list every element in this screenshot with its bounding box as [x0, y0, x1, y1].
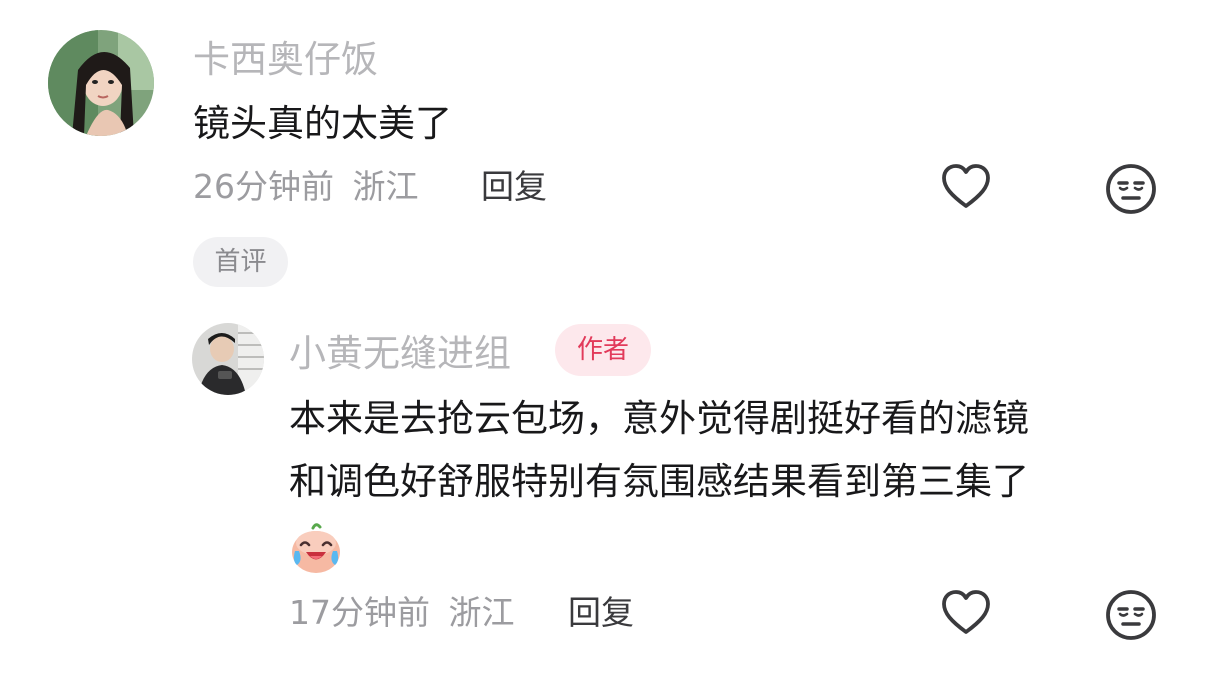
laugh-cry-emoji: [289, 521, 343, 575]
reply-text-line-1: 本来是去抢云包场，意外觉得剧挺好看的滤镜: [289, 397, 1029, 440]
avatar-image: [48, 30, 154, 136]
reply-text-line-2: 和调色好舒服特别有氛围感结果看到第三集了: [289, 460, 1029, 503]
avatar-image: [192, 323, 264, 395]
first-comment-tag: 首评: [193, 237, 288, 287]
comment-thread: 卡西奥仔饭 镜头真的太美了 26分钟前 浙江 回复 首评 小黄无缝进组 作者 本…: [0, 0, 1206, 673]
unamused-face-icon[interactable]: [1104, 588, 1158, 642]
reply-avatar[interactable]: [192, 323, 264, 395]
comment-username[interactable]: 卡西奥仔饭: [193, 41, 378, 78]
comment-reply-button[interactable]: 回复: [481, 170, 547, 203]
reply-time: 17分钟前: [289, 593, 430, 632]
reply-meta: 17分钟前 浙江: [289, 596, 515, 629]
reply-username[interactable]: 小黄无缝进组: [289, 335, 511, 372]
unamused-face-icon[interactable]: [1104, 162, 1158, 216]
avatar[interactable]: [48, 30, 154, 136]
comment-meta: 26分钟前 浙江: [193, 170, 419, 203]
comment-text: 镜头真的太美了: [193, 102, 452, 145]
comment-time: 26分钟前: [193, 167, 334, 206]
heart-icon[interactable]: [939, 586, 993, 640]
author-badge: 作者: [555, 324, 651, 376]
reply-reply-button[interactable]: 回复: [568, 596, 634, 629]
reply-location: 浙江: [448, 593, 515, 632]
comment-location: 浙江: [352, 167, 419, 206]
heart-icon[interactable]: [939, 160, 993, 214]
